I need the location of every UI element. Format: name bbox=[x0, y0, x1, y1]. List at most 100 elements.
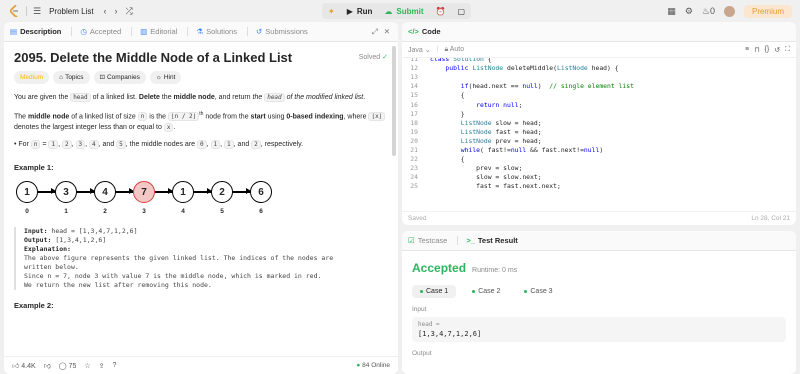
code-tabs: </> Code bbox=[402, 22, 796, 42]
leetcode-logo-icon[interactable] bbox=[10, 5, 20, 17]
input-value: [1,3,4,7,1,2,6] bbox=[418, 330, 482, 338]
inline-code: head bbox=[70, 93, 91, 102]
fullscreen-icon[interactable]: ⛶ bbox=[785, 46, 790, 54]
run-button[interactable]: ▶ Run bbox=[341, 3, 379, 19]
tab-description[interactable]: ▤ Description bbox=[10, 27, 61, 36]
notes-button[interactable]: ▢ bbox=[452, 3, 472, 19]
case-tab-1[interactable]: Case 1 bbox=[412, 285, 457, 298]
divider bbox=[131, 27, 133, 36]
text: The bbox=[14, 113, 29, 121]
text: of a linked list. bbox=[90, 94, 139, 101]
chevron-down-icon: ⌄ bbox=[424, 46, 431, 54]
companies-chip[interactable]: ⊡ Companies bbox=[93, 71, 146, 84]
language-select[interactable]: Java ⌄ bbox=[408, 46, 431, 54]
chevron-right-icon[interactable]: › bbox=[115, 6, 118, 16]
thumbs-up-icon: 👍︎ bbox=[12, 363, 20, 370]
divider: | bbox=[436, 46, 439, 53]
code-line: prev = slow; bbox=[430, 164, 523, 173]
middle-node: 7 bbox=[133, 181, 155, 204]
bold-text: middle node bbox=[173, 94, 215, 101]
inline-code: 1 bbox=[48, 140, 59, 150]
chip-label: Topics bbox=[65, 74, 84, 81]
cursor-position: Ln 28, Col 21 bbox=[751, 215, 790, 222]
debug-button[interactable]: ✦ bbox=[322, 3, 341, 19]
line-number: 18 bbox=[410, 118, 418, 127]
editor-tools: ≡ ⊓ {} ↺ ⛶ bbox=[745, 46, 790, 54]
code-line: ListNode fast = head; bbox=[460, 127, 542, 136]
comments-button[interactable]: ◯ 75 bbox=[59, 362, 77, 370]
menu-icon[interactable]: ≡ bbox=[745, 46, 749, 54]
line-number: 20 bbox=[410, 136, 418, 145]
tab-submissions[interactable]: ↺ Submissions bbox=[256, 27, 308, 36]
close-icon[interactable]: ✕ bbox=[384, 27, 390, 37]
favorite-star-icon[interactable]: ☆ bbox=[84, 362, 90, 370]
avatar[interactable] bbox=[723, 5, 735, 17]
case-tab-3[interactable]: Case 3 bbox=[516, 285, 560, 298]
layout-grid-icon[interactable]: ▦ bbox=[667, 6, 676, 17]
scrollbar[interactable] bbox=[392, 46, 396, 156]
braces-icon[interactable]: {} bbox=[765, 46, 770, 54]
tab-accepted[interactable]: ◷ Accepted bbox=[80, 27, 121, 36]
topics-chip[interactable]: ⌂ Topics bbox=[53, 71, 90, 84]
shuffle-icon[interactable]: ⤮ bbox=[126, 6, 133, 17]
code-brackets-icon: </> bbox=[408, 27, 419, 36]
runtime: Runtime: 0 ms bbox=[472, 267, 518, 274]
inline-code: 2 bbox=[61, 140, 72, 150]
code-line: { bbox=[430, 91, 465, 100]
case-tab-2[interactable]: Case 2 bbox=[464, 285, 508, 298]
tab-testcase[interactable]: ☑ Testcase bbox=[408, 236, 447, 245]
settings-gear-icon[interactable]: ⚙ bbox=[685, 6, 693, 17]
chevron-left-icon[interactable]: ‹ bbox=[104, 6, 107, 16]
code-editor[interactable]: 11 class Solution {12 public ListNode del… bbox=[402, 58, 796, 190]
text: , respectively. bbox=[260, 141, 304, 149]
help-icon[interactable]: ? bbox=[113, 362, 117, 369]
tab-label: Editorial bbox=[150, 27, 178, 36]
reset-icon[interactable]: ↺ bbox=[774, 46, 780, 54]
like-button[interactable]: 👍︎ 4.4K bbox=[12, 361, 36, 370]
chip-label: Hint bbox=[163, 74, 176, 81]
code-line: { bbox=[430, 155, 465, 164]
text: denotes the largest integer less than or… bbox=[14, 124, 164, 132]
expand-icon[interactable]: ⤢ bbox=[372, 27, 378, 37]
note-icon: ▢ bbox=[457, 6, 466, 16]
difficulty-badge[interactable]: Medium bbox=[14, 71, 50, 84]
output-section-label: Output bbox=[412, 350, 432, 357]
submit-button[interactable]: ☁ Submit bbox=[378, 3, 429, 19]
result-panel: ☑ Testcase >_ Test Result Accepted Runtime… bbox=[402, 231, 796, 374]
inline-code: 0 bbox=[197, 140, 207, 150]
premium-button[interactable]: Premium bbox=[743, 4, 792, 18]
line-number: 22 bbox=[410, 155, 418, 164]
dislike-button[interactable]: 👎︎ bbox=[44, 361, 51, 370]
tab-code[interactable]: </> Code bbox=[408, 27, 441, 36]
problem-title: 2095. Delete the Middle Node of a Linked… bbox=[14, 50, 293, 65]
language-label: Java bbox=[408, 46, 423, 54]
text: , where bbox=[343, 113, 369, 121]
streak-counter[interactable]: ♨0 bbox=[702, 6, 715, 17]
timer-button[interactable]: ⏰ bbox=[430, 3, 452, 19]
line-number: 17 bbox=[410, 109, 418, 118]
inline-code: 5 bbox=[116, 140, 126, 150]
tab-editorial[interactable]: ▥ Editorial bbox=[140, 27, 177, 36]
text: , the middle nodes are bbox=[125, 141, 197, 149]
auto-mode[interactable]: 🔒︎ Auto bbox=[444, 46, 464, 54]
arrow bbox=[155, 189, 173, 194]
line-number: 13 bbox=[410, 73, 418, 82]
list-node: 6 bbox=[250, 181, 272, 204]
tab-solutions[interactable]: ⚗ Solutions bbox=[196, 27, 237, 36]
arrow bbox=[116, 189, 134, 194]
online-label: 84 Online bbox=[362, 362, 390, 369]
description-paragraph-2: The middle node of a linked list of size… bbox=[14, 109, 388, 133]
tag-icon: ⌂ bbox=[59, 74, 64, 81]
bookmark-icon[interactable]: ⊓ bbox=[754, 46, 759, 54]
tab-test-result[interactable]: >_ Test Result bbox=[466, 236, 517, 245]
share-icon[interactable]: ⇪ bbox=[99, 362, 105, 370]
problem-chips: Medium ⌂ Topics ⊡ Companies ☼ Hint bbox=[14, 71, 388, 84]
inline-code: x bbox=[163, 123, 174, 133]
list-icon[interactable]: ☰ bbox=[33, 6, 41, 17]
text: For bbox=[18, 141, 31, 149]
text: . bbox=[173, 124, 176, 132]
text: , and bbox=[98, 141, 117, 149]
line-number: 24 bbox=[410, 173, 418, 182]
problem-list-link[interactable]: Problem List bbox=[49, 7, 93, 16]
hint-chip[interactable]: ☼ Hint bbox=[149, 71, 182, 84]
